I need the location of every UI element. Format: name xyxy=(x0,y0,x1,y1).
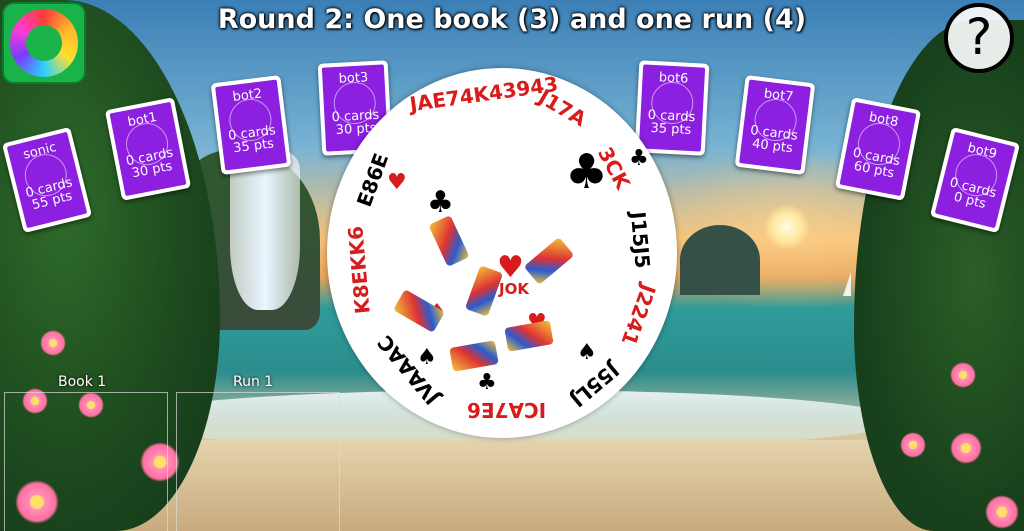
player-seat-bot2: bot2 0 cards 35 pts xyxy=(210,75,292,175)
card-ranks: J17A xyxy=(534,84,591,132)
heart-icon: ♥ xyxy=(387,170,407,195)
club-icon: ♣ xyxy=(427,185,454,220)
help-button[interactable]: ? xyxy=(944,3,1014,73)
sailboat xyxy=(843,272,851,296)
player-name: bot8 xyxy=(867,109,900,131)
flower xyxy=(40,330,66,356)
face-card-art xyxy=(428,215,470,267)
face-card-art xyxy=(464,265,504,317)
club-icon: ♣ xyxy=(629,146,649,171)
face-card-art xyxy=(504,320,554,352)
player-points: 35 pts xyxy=(650,120,692,139)
card-back: bot8 0 cards 60 pts xyxy=(839,101,917,197)
player-name: bot2 xyxy=(231,86,263,105)
club-icon: ♣ xyxy=(477,370,497,395)
player-name: bot7 xyxy=(762,86,795,105)
dealing-card-fan: JAE74K43943 J17A 3CK J15J5 J2241 J55LJ I… xyxy=(327,68,677,438)
waterfall xyxy=(230,150,300,310)
run-zone-label: Run 1 xyxy=(233,374,274,390)
player-name: bot9 xyxy=(965,140,999,163)
flower xyxy=(950,432,982,464)
card-ranks: ICA7E6 xyxy=(467,398,547,422)
run-drop-zone[interactable] xyxy=(176,392,340,531)
card-ranks: K8EKK6 xyxy=(343,225,375,315)
sun xyxy=(765,205,809,249)
player-name: sonic xyxy=(21,140,59,163)
round-title: Round 2: One book (3) and one run (4) xyxy=(217,4,807,35)
book-zone-label: Book 1 xyxy=(58,374,107,390)
jungle-right xyxy=(854,20,1024,531)
card-back: bot2 0 cards 35 pts xyxy=(215,79,287,171)
book-drop-zone[interactable] xyxy=(4,392,168,531)
flower xyxy=(950,362,976,388)
player-seat-bot7: bot7 0 cards 40 pts xyxy=(734,75,816,175)
face-card-art xyxy=(523,237,575,285)
card-back: bot7 0 cards 40 pts xyxy=(739,79,811,171)
card-ranks: J15J5 xyxy=(625,210,655,270)
flower xyxy=(985,495,1019,529)
flower xyxy=(900,432,926,458)
spade-icon: ♠ xyxy=(417,345,437,370)
player-name: bot1 xyxy=(126,109,159,131)
card-back: bot6 0 cards 35 pts xyxy=(638,64,706,152)
joker-label: JOK xyxy=(499,280,529,298)
distant-island xyxy=(680,225,760,295)
card-back: bot1 0 cards 30 pts xyxy=(109,101,187,197)
player-name: bot6 xyxy=(658,70,689,87)
player-seat-bot6: bot6 0 cards 35 pts xyxy=(634,60,710,156)
spade-icon: ♠ xyxy=(577,340,597,365)
player-name: bot3 xyxy=(338,70,369,87)
card-ranks: J2241 xyxy=(616,281,661,349)
club-icon: ♣ xyxy=(565,144,609,200)
